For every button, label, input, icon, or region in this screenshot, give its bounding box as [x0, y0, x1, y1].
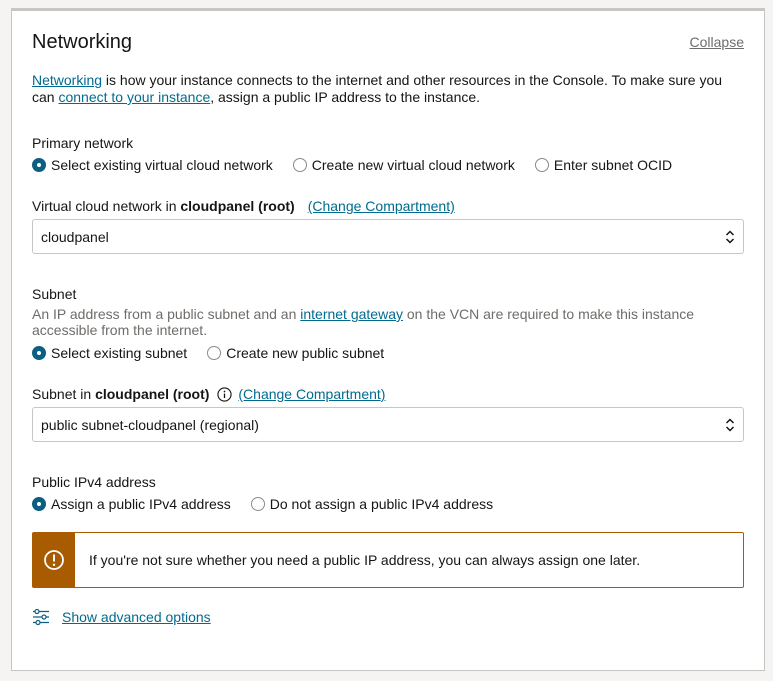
connect-instance-link[interactable]: connect to your instance — [58, 89, 210, 105]
public-ip-radio-group: Assign a public IPv4 address Do not assi… — [32, 496, 513, 512]
show-advanced-options-link[interactable]: Show advanced options — [62, 609, 211, 625]
intro-text: Networking is how your instance connects… — [32, 72, 744, 106]
networking-link[interactable]: Networking — [32, 72, 102, 88]
radio-create-new-subnet[interactable]: Create new public subnet — [207, 345, 384, 361]
subnet-select[interactable]: public subnet-cloudpanel (regional) — [32, 407, 744, 442]
vcn-select[interactable]: cloudpanel — [32, 219, 744, 254]
vcn-compartment-name: cloudpanel (root) — [180, 198, 295, 214]
radio-label: Select existing subnet — [51, 345, 188, 361]
radio-assign-public-ip[interactable]: Assign a public IPv4 address — [32, 496, 231, 512]
subnet-radio-group: Select existing subnet Create new public… — [32, 345, 404, 361]
public-ip-warning-alert: If you're not sure whether you need a pu… — [32, 532, 744, 588]
radio-select-existing-vcn[interactable]: Select existing virtual cloud network — [32, 157, 273, 173]
sliders-icon — [33, 608, 49, 626]
radio-unchecked-icon[interactable] — [250, 497, 265, 511]
show-advanced-options[interactable]: Show advanced options — [32, 608, 211, 626]
radio-unchecked-icon[interactable] — [534, 158, 549, 172]
vcn-change-compartment-link[interactable]: (Change Compartment) — [308, 198, 455, 214]
radio-label: Enter subnet OCID — [553, 157, 673, 173]
alert-icon-bar — [33, 533, 75, 587]
chevron-up-down-icon — [725, 418, 735, 432]
collapse-link[interactable]: Collapse — [690, 34, 744, 50]
subnet-help-text: An IP address from a public subnet and a… — [32, 306, 744, 338]
subnet-help-part1: An IP address from a public subnet and a… — [32, 306, 301, 322]
info-icon[interactable] — [217, 386, 233, 402]
radio-label: Do not assign a public IPv4 address — [269, 496, 494, 512]
panel-title: Networking — [32, 31, 133, 53]
primary-network-radio-group: Select existing virtual cloud network Cr… — [32, 157, 692, 173]
radio-select-existing-subnet[interactable]: Select existing subnet — [32, 345, 187, 361]
radio-no-public-ip[interactable]: Do not assign a public IPv4 address — [250, 496, 494, 512]
subnet-label: Subnet — [32, 286, 77, 302]
subnet-compartment-name: cloudpanel (root) — [95, 386, 210, 402]
radio-label: Assign a public IPv4 address — [51, 496, 231, 512]
vcn-select-value: cloudpanel — [41, 228, 109, 245]
intro-text-part2: , assign a public IP address to the inst… — [210, 89, 481, 105]
radio-checked-icon[interactable] — [32, 346, 46, 360]
internet-gateway-link[interactable]: internet gateway — [300, 306, 403, 322]
alert-text: If you're not sure whether you need a pu… — [89, 552, 641, 568]
exclamation-circle-icon — [44, 550, 64, 570]
subnet-select-value: public subnet-cloudpanel (regional) — [41, 416, 259, 433]
radio-unchecked-icon[interactable] — [292, 158, 307, 172]
radio-label: Create new virtual cloud network — [311, 157, 515, 173]
radio-enter-subnet-ocid[interactable]: Enter subnet OCID — [534, 157, 673, 173]
networking-panel: Networking Collapse Networking is how yo… — [11, 8, 765, 671]
chevron-up-down-icon — [725, 230, 735, 244]
radio-label: Select existing virtual cloud network — [51, 157, 273, 173]
subnet-label-prefix: Subnet in — [32, 386, 96, 402]
radio-unchecked-icon[interactable] — [207, 346, 222, 360]
radio-checked-icon[interactable] — [32, 497, 46, 511]
radio-checked-icon[interactable] — [32, 158, 46, 172]
primary-network-label: Primary network — [32, 135, 134, 151]
vcn-label-prefix: Virtual cloud network in — [32, 198, 181, 214]
radio-create-new-vcn[interactable]: Create new virtual cloud network — [292, 157, 515, 173]
vcn-field-label: Virtual cloud network in cloudpanel (roo… — [32, 198, 455, 214]
public-ip-label: Public IPv4 address — [32, 474, 156, 490]
subnet-change-compartment-link[interactable]: (Change Compartment) — [238, 386, 385, 402]
radio-label: Create new public subnet — [226, 345, 385, 361]
subnet-field-label: Subnet in cloudpanel (root) (Change Comp… — [32, 386, 385, 402]
